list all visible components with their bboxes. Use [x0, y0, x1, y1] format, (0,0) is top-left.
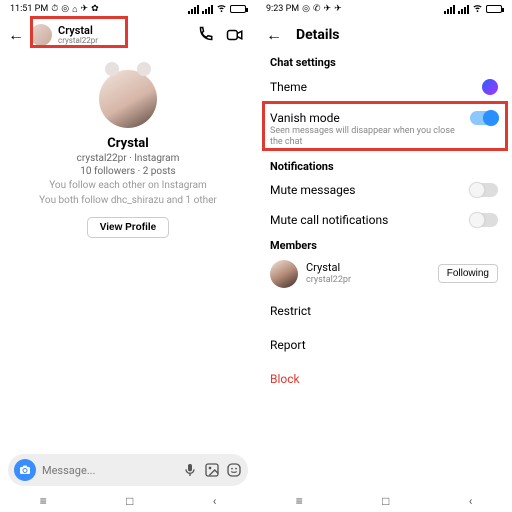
- telegram-icon: ✈: [81, 4, 89, 14]
- battery-icon: [486, 5, 502, 13]
- video-call-icon[interactable]: [226, 26, 244, 44]
- home-nav-icon[interactable]: □: [382, 494, 389, 508]
- mute-calls-label: Mute call notifications: [270, 213, 470, 227]
- report-action[interactable]: Report: [256, 328, 512, 362]
- signal-icon-2: [202, 5, 213, 14]
- details-title: Details: [296, 27, 340, 43]
- chat-settings-label: Chat settings: [256, 52, 512, 71]
- profile-stats: 10 followers · 2 posts: [80, 166, 175, 177]
- headphones-icon: ⌂: [72, 4, 77, 15]
- signal-icon-2: [458, 5, 469, 14]
- audio-call-icon[interactable]: [196, 26, 214, 44]
- signal-icon: [188, 5, 199, 14]
- notifications-label: Notifications: [256, 156, 512, 175]
- view-profile-button[interactable]: View Profile: [87, 217, 170, 238]
- profile-info-panel: Crystal crystal22pr · Instagram 10 follo…: [0, 52, 256, 512]
- mute-messages-toggle[interactable]: [470, 183, 498, 197]
- mic-icon[interactable]: [182, 462, 198, 478]
- mute-calls-row[interactable]: Mute call notifications: [256, 205, 512, 235]
- mute-messages-label: Mute messages: [270, 183, 470, 197]
- stopwatch-icon: ⏱: [51, 4, 58, 14]
- theme-row[interactable]: Theme: [256, 71, 512, 103]
- theme-label: Theme: [270, 80, 482, 94]
- mute-calls-toggle[interactable]: [470, 213, 498, 227]
- profile-avatar[interactable]: [99, 70, 157, 128]
- member-display-name: Crystal: [306, 262, 430, 275]
- back-arrow-icon[interactable]: ←: [266, 27, 282, 43]
- home-nav-icon[interactable]: □: [126, 494, 133, 508]
- back-nav-icon[interactable]: ‹: [469, 494, 473, 508]
- profile-follow-line-1: You follow each other on Instagram: [49, 179, 207, 192]
- details-header: ← Details: [256, 18, 512, 52]
- recents-nav-icon[interactable]: ≡: [296, 494, 303, 508]
- members-label: Members: [256, 235, 512, 254]
- profile-display-name: Crystal: [107, 136, 148, 151]
- stories-icon: ◎: [61, 4, 69, 14]
- signal-icon: [444, 5, 455, 14]
- clock: 11:51 PM: [10, 4, 48, 14]
- right-phone-details-screen: 9:23 PM ◎ ✆ ✈ ✈ ← Details Chat settings …: [256, 0, 512, 512]
- clock: 9:23 PM: [266, 4, 299, 14]
- highlight-header: [30, 16, 128, 48]
- left-phone-chat-screen: 11:51 PM ⏱ ◎ ⌂ ✈ ✿ ← Crystal crystal22pr: [0, 0, 256, 512]
- mute-messages-row[interactable]: Mute messages: [256, 175, 512, 205]
- android-nav-bar: ≡ □ ‹: [256, 490, 512, 512]
- android-nav-bar: ≡ □ ‹: [0, 490, 256, 512]
- camera-button[interactable]: [14, 459, 36, 481]
- tulip-icon: ✿: [91, 4, 99, 14]
- status-bar: 9:23 PM ◎ ✆ ✈ ✈: [256, 0, 512, 18]
- whatsapp-icon: ✆: [313, 4, 321, 14]
- telegram-icon: ✈: [324, 4, 332, 14]
- message-composer[interactable]: Message...: [8, 454, 248, 486]
- profile-username-line: crystal22pr · Instagram: [77, 153, 180, 164]
- wifi-icon: [472, 2, 483, 16]
- battery-icon: [230, 5, 246, 13]
- block-action[interactable]: Block: [256, 362, 512, 396]
- sticker-icon[interactable]: [226, 462, 242, 478]
- back-nav-icon[interactable]: ‹: [213, 494, 217, 508]
- stories-icon: ◎: [302, 4, 310, 14]
- following-button[interactable]: Following: [438, 264, 498, 283]
- recents-nav-icon[interactable]: ≡: [40, 494, 47, 508]
- wifi-icon: [216, 2, 227, 16]
- gallery-icon[interactable]: [204, 462, 220, 478]
- profile-follow-line-2: You both follow dhc_shirazu and 1 other: [39, 194, 217, 207]
- highlight-vanish: [262, 101, 508, 151]
- member-username: crystal22pr: [306, 275, 430, 285]
- restrict-action[interactable]: Restrict: [256, 294, 512, 328]
- message-input[interactable]: Message...: [42, 464, 176, 477]
- telegram-icon-2: ✈: [334, 4, 342, 14]
- back-arrow-icon[interactable]: ←: [8, 27, 24, 43]
- theme-color-icon: [482, 79, 498, 95]
- member-row[interactable]: Crystal crystal22pr Following: [256, 254, 512, 294]
- member-avatar: [270, 260, 298, 288]
